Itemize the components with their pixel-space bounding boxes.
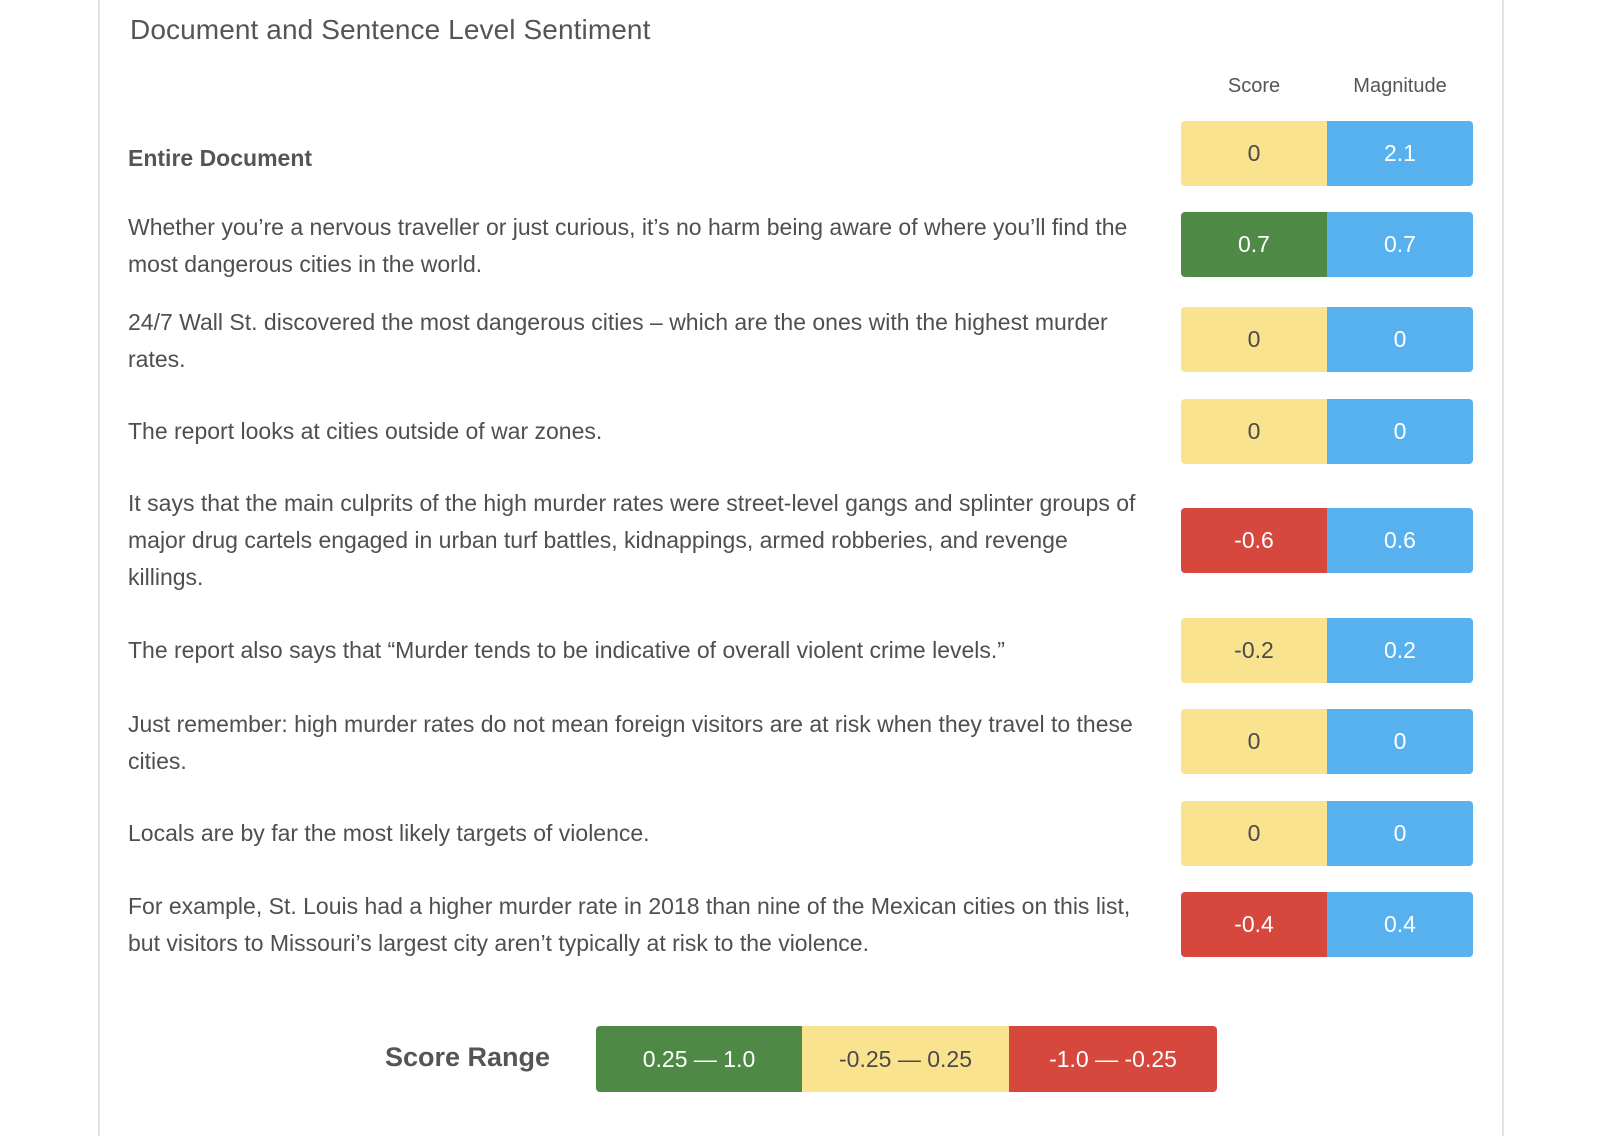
sentence-sentiment: -0.4 0.4 [1181, 892, 1473, 957]
section-title: Document and Sentence Level Sentiment [130, 14, 651, 45]
sentence-sentiment: 0 0 [1181, 801, 1473, 866]
sentence-text: The report looks at cities outside of wa… [128, 418, 603, 444]
sentence-sentiment: 0.7 0.7 [1181, 212, 1473, 277]
score-cell: 0 [1181, 709, 1327, 774]
magnitude-cell: 0 [1327, 307, 1473, 372]
score-range-positive: 0.25 — 1.0 [596, 1026, 802, 1092]
magnitude-cell: 0.6 [1327, 508, 1473, 573]
magnitude-cell: 0.7 [1327, 212, 1473, 277]
magnitude-column-header: Magnitude [1353, 75, 1447, 97]
magnitude-cell: 0.2 [1327, 618, 1473, 683]
score-cell: 0 [1181, 121, 1327, 186]
sentence-text: Just remember: high murder rates do not … [128, 711, 1133, 774]
sentence-sentiment: 0 0 [1181, 307, 1473, 372]
sentence-text: Whether you’re a nervous traveller or ju… [128, 214, 1128, 277]
score-cell: 0 [1181, 801, 1327, 866]
magnitude-cell: 0 [1327, 399, 1473, 464]
sentence-sentiment: 0 0 [1181, 399, 1473, 464]
magnitude-cell: 0 [1327, 709, 1473, 774]
score-range-bar: 0.25 — 1.0 -0.25 — 0.25 -1.0 — -0.25 [596, 1026, 1217, 1092]
sentence-text: It says that the main culprits of the hi… [128, 490, 1136, 590]
entire-document-sentiment: 0 2.1 [1181, 121, 1473, 186]
score-range-legend: Score Range 0.25 — 1.0 -0.25 — 0.25 -1.0… [0, 1026, 1600, 1092]
sentence-text: Locals are by far the most likely target… [128, 820, 650, 846]
score-cell: -0.6 [1181, 508, 1327, 573]
score-cell: -0.4 [1181, 892, 1327, 957]
sentence-sentiment: -0.6 0.6 [1181, 508, 1473, 573]
score-cell: 0 [1181, 399, 1327, 464]
sentence-sentiment: 0 0 [1181, 709, 1473, 774]
score-cell: 0 [1181, 307, 1327, 372]
magnitude-cell: 2.1 [1327, 121, 1473, 186]
magnitude-cell: 0.4 [1327, 892, 1473, 957]
score-range-label: Score Range [385, 1042, 551, 1072]
entire-document-label: Entire Document [128, 145, 313, 171]
sentence-text: For example, St. Louis had a higher murd… [128, 893, 1131, 956]
score-range-neutral: -0.25 — 0.25 [802, 1026, 1009, 1092]
magnitude-cell: 0 [1327, 801, 1473, 866]
score-cell: -0.2 [1181, 618, 1327, 683]
score-range-negative: -1.0 — -0.25 [1009, 1026, 1217, 1092]
sentence-text: The report also says that “Murder tends … [128, 637, 1005, 663]
sentence-sentiment: -0.2 0.2 [1181, 618, 1473, 683]
score-column-header: Score [1227, 75, 1281, 97]
score-cell: 0.7 [1181, 212, 1327, 277]
sentence-text: 24/7 Wall St. discovered the most danger… [128, 309, 1108, 372]
